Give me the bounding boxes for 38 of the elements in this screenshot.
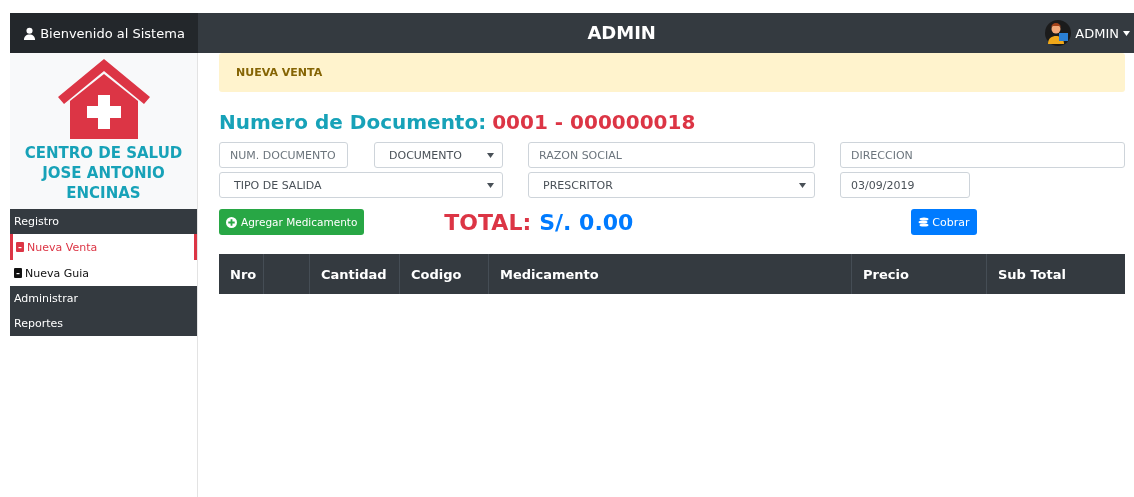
column-header: Codigo: [411, 266, 462, 282]
column-header: Nro: [230, 266, 257, 282]
document-label: Numero de Documento:: [219, 110, 487, 134]
menu-section[interactable]: Reportes: [10, 311, 197, 336]
menu-section[interactable]: Administrar: [10, 286, 197, 311]
date-field[interactable]: 03/09/2019: [840, 172, 970, 198]
select-field[interactable]: TIPO DE SALIDA: [219, 172, 503, 198]
welcome-text: Bienvenido al Sistema: [40, 25, 185, 41]
document-icon: [16, 242, 24, 252]
total-amount: S/. 0.00: [539, 209, 634, 235]
user-icon: [23, 26, 37, 40]
input-field[interactable]: RAZON SOCIAL: [528, 142, 815, 168]
column-header: Sub Total: [998, 266, 1066, 282]
document-number: 0001 - 000000018: [492, 110, 696, 134]
page-banner: NUEVA VENTA: [219, 53, 1125, 92]
user-menu[interactable]: ADMIN: [1045, 13, 1134, 53]
select-field[interactable]: DOCUMENTO: [374, 142, 503, 168]
menu-item[interactable]: Nueva Venta: [10, 234, 197, 260]
avatar-icon: [1045, 20, 1072, 46]
caret-icon: [799, 182, 806, 188]
menu-section[interactable]: Registro: [10, 209, 197, 234]
caret-icon: [487, 182, 494, 188]
document-icon: [14, 268, 22, 278]
input-field[interactable]: DIRECCION: [840, 142, 1125, 168]
plus-circle-icon: [226, 216, 237, 228]
input-field[interactable]: NUM. DOCUMENTO: [219, 142, 348, 168]
header-title: ADMIN: [586, 21, 657, 45]
column-header: Cantidad: [321, 266, 387, 282]
charge-button[interactable]: Cobrar: [911, 209, 977, 235]
brand-name: CENTRO DE SALUD JOSE ANTONIO ENCINAS: [23, 143, 184, 203]
coins-icon: [918, 217, 930, 227]
column-header: Precio: [863, 266, 909, 282]
total-label: TOTAL:: [444, 209, 532, 235]
select-field[interactable]: PRESCRITOR: [528, 172, 815, 198]
hospital-icon: [55, 57, 152, 139]
column-header: Medicamento: [500, 266, 599, 282]
caret-icon: [1123, 30, 1130, 36]
caret-icon: [487, 152, 494, 158]
